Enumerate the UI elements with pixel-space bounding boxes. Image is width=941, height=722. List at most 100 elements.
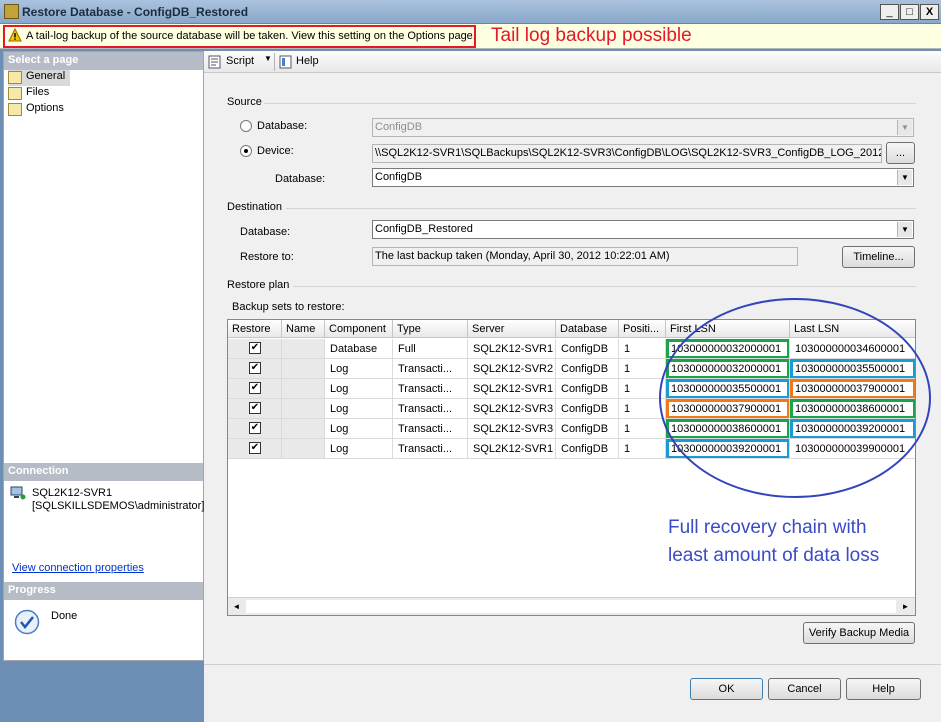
column-header-type[interactable]: Type [393, 320, 468, 338]
source-sub-database-select[interactable]: ConfigDB ▼ [372, 168, 914, 187]
restore-to-label: Restore to: [240, 251, 294, 263]
destination-database-select[interactable]: ConfigDB_Restored ▼ [372, 220, 914, 239]
server-cell: SQL2K12-SVR3 [468, 399, 556, 419]
recovery-chain-annotation-line2: least amount of data loss [668, 545, 880, 566]
first-lsn-cell: 103000000037900001 [666, 399, 790, 419]
type-cell: Transacti... [393, 419, 468, 439]
restore-checkbox[interactable]: ✔ [249, 362, 261, 374]
name-cell [282, 439, 325, 459]
database-radio[interactable] [240, 120, 252, 132]
source-database-select[interactable]: ConfigDB ▼ [372, 118, 914, 137]
lsn-highlight-box [666, 339, 789, 358]
verify-backup-media-button[interactable]: Verify Backup Media [803, 622, 915, 644]
first-lsn-cell: 103000000038600001 [666, 419, 790, 439]
progress-status: Done [51, 610, 78, 622]
last-lsn-cell: 103000000037900001 [790, 379, 915, 399]
position-cell: 1 [619, 379, 666, 399]
lsn-highlight-box [790, 359, 915, 378]
server-cell: SQL2K12-SVR1 [468, 339, 556, 359]
connection-user: [SQLSKILLSDEMOS\administrator] [32, 500, 205, 512]
scroll-right-button[interactable]: ► [898, 599, 913, 614]
component-cell: Log [325, 439, 393, 459]
chevron-down-icon: ▼ [897, 170, 912, 185]
restore-checkbox[interactable]: ✔ [249, 382, 261, 394]
lsn-highlight-box [790, 379, 915, 398]
toolbar: Script ▼ Help [204, 51, 941, 73]
name-cell [282, 419, 325, 439]
restore-cell[interactable]: ✔ [228, 439, 282, 459]
maximize-button[interactable]: □ [900, 4, 919, 20]
database-cell: ConfigDB [556, 399, 619, 419]
close-button[interactable]: X [920, 4, 939, 20]
nav-item-general[interactable]: General [8, 70, 70, 86]
column-header-name[interactable]: Name [282, 320, 325, 338]
database-cell: ConfigDB [556, 419, 619, 439]
restore-checkbox[interactable]: ✔ [249, 402, 261, 414]
column-header-first-lsn[interactable]: First LSN [666, 320, 790, 338]
restore-cell[interactable]: ✔ [228, 399, 282, 419]
timeline-button[interactable]: Timeline... [842, 246, 915, 268]
position-cell: 1 [619, 359, 666, 379]
column-header-restore[interactable]: Restore [228, 320, 282, 338]
window-title: Restore Database - ConfigDB_Restored [22, 5, 249, 19]
tail-log-highlight-box [3, 25, 476, 48]
nav-item-files[interactable]: Files [8, 86, 70, 102]
component-cell: Log [325, 359, 393, 379]
column-header-last-lsn[interactable]: Last LSN [790, 320, 915, 338]
database-cell: ConfigDB [556, 439, 619, 459]
view-connection-properties-link[interactable]: View connection properties [12, 562, 144, 574]
column-header-server[interactable]: Server [468, 320, 556, 338]
device-radio-label: Device: [257, 145, 294, 157]
restore-cell[interactable]: ✔ [228, 339, 282, 359]
restore-cell[interactable]: ✔ [228, 419, 282, 439]
nav-item-options[interactable]: Options [8, 102, 70, 118]
column-header-position[interactable]: Positi... [619, 320, 666, 338]
column-header-database[interactable]: Database [556, 320, 619, 338]
restore-checkbox[interactable]: ✔ [249, 442, 261, 454]
minimize-button[interactable]: _ [880, 4, 899, 20]
script-label: Script [226, 55, 255, 67]
script-button[interactable]: Script ▼ [208, 54, 278, 70]
backup-sets-label: Backup sets to restore: [232, 301, 345, 313]
server-connection-icon [10, 486, 26, 500]
browse-device-button[interactable]: ... [886, 142, 915, 164]
done-check-icon [14, 609, 40, 635]
help-button[interactable]: Help [846, 678, 921, 700]
first-lsn-cell: 103000000035500001 [666, 379, 790, 399]
script-icon [208, 55, 221, 69]
destination-database-value: ConfigDB_Restored [375, 223, 473, 235]
position-cell: 1 [619, 399, 666, 419]
restore-database-icon [4, 4, 19, 19]
horizontal-scrollbar[interactable]: ◄ ► [228, 597, 915, 615]
nav-item-label: Options [26, 102, 64, 114]
device-path-field[interactable]: \\SQL2K12-SVR1\SQLBackups\SQL2K12-SVR3\C… [372, 144, 882, 163]
help-toolbar-button[interactable]: Help [279, 54, 329, 70]
last-lsn-cell: 103000000035500001 [790, 359, 915, 379]
device-radio[interactable] [240, 145, 252, 157]
lsn-highlight-box [666, 419, 789, 438]
restore-plan-header: Restore plan [227, 279, 290, 291]
help-icon [279, 55, 292, 69]
ok-button[interactable]: OK [690, 678, 763, 700]
server-cell: SQL2K12-SVR1 [468, 439, 556, 459]
lsn-highlight-box [666, 359, 789, 378]
scroll-thumb[interactable] [246, 600, 896, 613]
backup-sets-grid: Restore Name Component Type Server Datab… [227, 319, 916, 616]
column-header-component[interactable]: Component [325, 320, 393, 338]
chevron-down-icon: ▼ [897, 222, 912, 237]
restore-checkbox[interactable]: ✔ [249, 422, 261, 434]
scroll-left-button[interactable]: ◄ [229, 599, 244, 614]
restore-to-field[interactable]: The last backup taken (Monday, April 30,… [372, 247, 798, 266]
select-page-header: Select a page [4, 52, 203, 70]
chevron-down-icon: ▼ [264, 54, 272, 63]
cancel-button[interactable]: Cancel [768, 678, 841, 700]
page-icon [8, 87, 22, 100]
restore-cell[interactable]: ✔ [228, 359, 282, 379]
database-cell: ConfigDB [556, 359, 619, 379]
help-label: Help [296, 55, 319, 67]
position-cell: 1 [619, 339, 666, 359]
restore-cell[interactable]: ✔ [228, 379, 282, 399]
last-lsn-cell: 103000000038600001 [790, 399, 915, 419]
restore-checkbox[interactable]: ✔ [249, 342, 261, 354]
first-lsn-cell: 103000000039200001 [666, 439, 790, 459]
